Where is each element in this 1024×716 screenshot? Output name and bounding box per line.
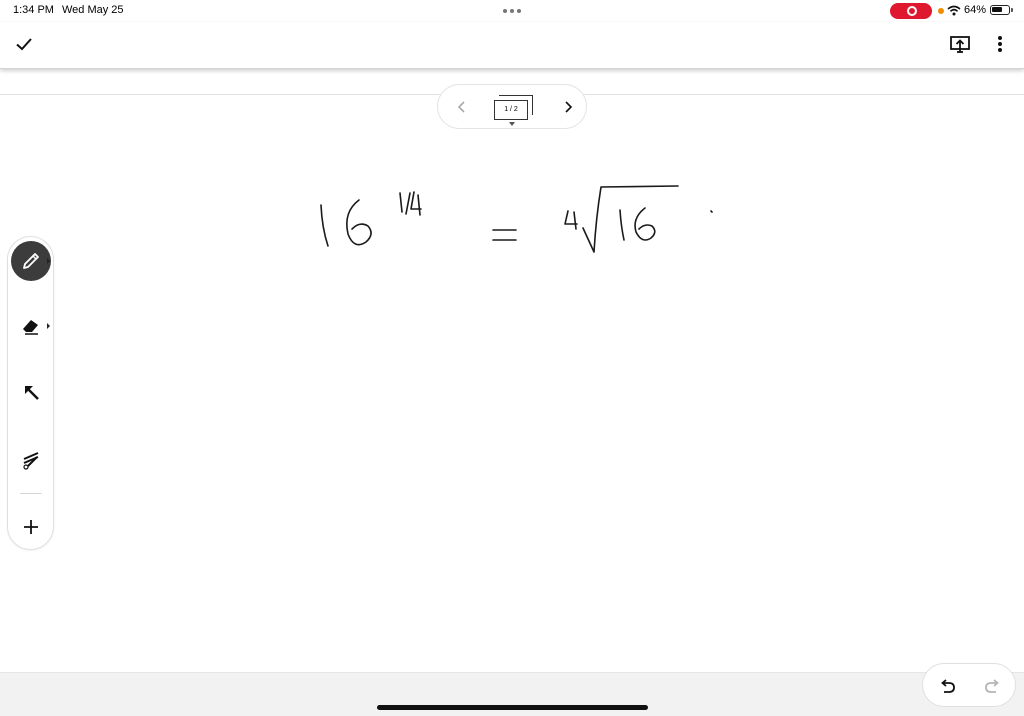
present-screen-icon <box>950 36 970 53</box>
present-button[interactable] <box>948 32 972 56</box>
top-toolbar <box>0 22 1024 69</box>
page-indicator-button[interactable]: 1 / 2 <box>494 100 528 120</box>
status-date: Wed May 25 <box>62 4 124 16</box>
done-button[interactable] <box>12 32 36 56</box>
eraser-options-arrow-icon[interactable] <box>47 323 50 329</box>
chevron-left-icon <box>457 101 465 113</box>
eraser-icon <box>23 320 38 335</box>
previous-page-button[interactable] <box>452 96 472 118</box>
home-indicator[interactable] <box>377 705 648 710</box>
palette-divider <box>20 493 42 494</box>
status-time: 1:34 PM <box>13 4 54 16</box>
undo-button[interactable] <box>935 674 959 698</box>
battery-icon <box>990 5 1013 15</box>
redo-button[interactable] <box>981 674 1005 698</box>
plus-icon <box>24 520 38 534</box>
pen-tool-button[interactable] <box>11 241 51 281</box>
page-indicator: 1 / 2 <box>504 106 518 113</box>
next-page-button[interactable] <box>558 96 578 118</box>
multitasking-dots-icon[interactable] <box>503 9 521 13</box>
eraser-tool-button[interactable] <box>11 305 51 345</box>
tool-palette <box>7 236 54 550</box>
select-tool-button[interactable] <box>11 372 51 412</box>
pen-icon <box>23 253 39 269</box>
caret-down-icon[interactable] <box>509 122 515 126</box>
checkmark-icon <box>16 38 32 51</box>
handwriting-ink <box>320 185 713 253</box>
more-vertical-icon <box>998 36 1002 52</box>
laser-pointer-tool-button[interactable] <box>11 439 51 479</box>
redo-icon <box>985 679 999 693</box>
arrow-select-icon <box>25 386 39 400</box>
chevron-right-icon <box>565 101 573 113</box>
microphone-indicator-icon <box>938 8 944 14</box>
screen-recording-icon[interactable] <box>890 3 932 19</box>
drawing-canvas[interactable] <box>0 95 1024 673</box>
pen-options-arrow-icon[interactable] <box>47 258 50 264</box>
add-tool-button[interactable] <box>11 507 51 547</box>
page-navigator: 1 / 2 <box>437 84 587 129</box>
undo-icon <box>941 679 955 693</box>
wifi-icon <box>947 5 961 16</box>
laser-pointer-icon <box>23 452 39 470</box>
more-button[interactable] <box>990 32 1010 56</box>
status-bar: 1:34 PM Wed May 25 64% <box>0 0 1024 22</box>
undo-redo-controls <box>922 663 1016 707</box>
battery-percent: 64% <box>964 4 987 16</box>
